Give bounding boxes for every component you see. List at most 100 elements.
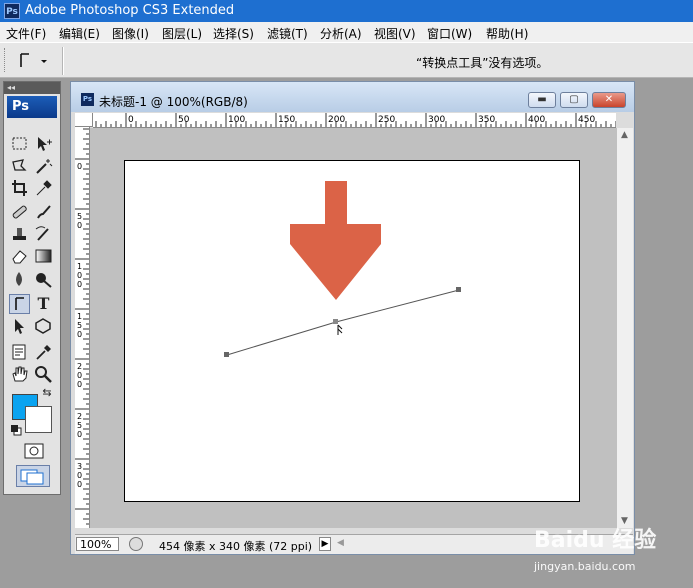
eraser-tool[interactable] bbox=[9, 246, 30, 266]
vertical-scrollbar[interactable]: ▲ ▼ bbox=[617, 128, 633, 528]
screen-mode-icon[interactable] bbox=[16, 465, 50, 487]
ruler-label: 2 bbox=[77, 362, 82, 371]
swap-colors-icon[interactable]: ⇆ bbox=[40, 386, 54, 400]
notes-tool[interactable] bbox=[9, 342, 30, 362]
app-titlebar: Ps Adobe Photoshop CS3 Extended bbox=[0, 0, 693, 22]
crop-tool[interactable] bbox=[9, 178, 30, 198]
ruler-label: 50 bbox=[178, 115, 190, 125]
path-selection-tool[interactable] bbox=[9, 316, 30, 336]
menu-analysis[interactable]: 分析(A) bbox=[320, 25, 362, 42]
ruler-label: 1 bbox=[77, 312, 82, 321]
options-separator bbox=[62, 47, 64, 75]
document-titlebar[interactable]: Ps 未标题-1 @ 100%(RGB/8) ▬ ▢ ✕ bbox=[71, 82, 634, 112]
ruler-label: 0 bbox=[128, 115, 134, 125]
ruler-label: 2 bbox=[77, 412, 82, 421]
ruler-label: 0 bbox=[77, 330, 82, 339]
minimize-button[interactable]: ▬ bbox=[528, 92, 556, 108]
magic-wand-tool[interactable] bbox=[33, 156, 54, 176]
ruler-label: 250 bbox=[378, 115, 395, 125]
path-segment bbox=[226, 321, 337, 356]
anchor-point bbox=[333, 319, 338, 324]
quick-mask-icon[interactable] bbox=[22, 442, 46, 460]
scroll-up-arrow-icon[interactable]: ▲ bbox=[621, 130, 628, 140]
eyedropper-tool[interactable] bbox=[33, 342, 54, 362]
anchor-point bbox=[224, 352, 229, 357]
maximize-button[interactable]: ▢ bbox=[560, 92, 588, 108]
move-tool[interactable] bbox=[33, 134, 54, 154]
tool-preset-picker[interactable] bbox=[12, 49, 57, 73]
menu-layer[interactable]: 图层(L) bbox=[162, 25, 202, 42]
healing-brush-tool[interactable] bbox=[9, 202, 30, 222]
type-tool[interactable]: T bbox=[33, 294, 54, 314]
ruler-label: 350 bbox=[478, 115, 495, 125]
menu-select[interactable]: 选择(S) bbox=[213, 25, 254, 42]
canvas-area[interactable] bbox=[90, 128, 617, 528]
ruler-label: 0 bbox=[77, 280, 82, 289]
horizontal-ruler[interactable]: 0 50 100 150 200 250 300 350 400 450 bbox=[93, 113, 616, 128]
menu-help[interactable]: 帮助(H) bbox=[486, 25, 528, 42]
menu-view[interactable]: 视图(V) bbox=[374, 25, 416, 42]
ruler-label: 5 bbox=[77, 321, 82, 330]
gradient-tool[interactable] bbox=[33, 246, 54, 266]
convert-point-tool[interactable] bbox=[9, 294, 30, 314]
menu-edit[interactable]: 编辑(E) bbox=[59, 25, 100, 42]
vertical-ruler[interactable]: 050100150200250300 bbox=[75, 127, 90, 528]
watermark: Baidu 经验 jingyan.baidu.com bbox=[534, 522, 656, 573]
default-colors-icon[interactable] bbox=[10, 424, 22, 436]
close-button[interactable]: ✕ bbox=[592, 92, 626, 108]
brush-tool[interactable] bbox=[33, 202, 54, 222]
marquee-tool[interactable] bbox=[9, 134, 30, 154]
menu-bar: 文件(F) 编辑(E) 图像(I) 图层(L) 选择(S) 滤镜(T) 分析(A… bbox=[0, 22, 693, 42]
ruler-label: 0 bbox=[77, 371, 82, 380]
photoshop-app-icon: Ps bbox=[4, 3, 20, 19]
zoom-field[interactable]: 100% bbox=[76, 537, 119, 551]
blur-tool[interactable] bbox=[9, 269, 30, 289]
watermark-url: jingyan.baidu.com bbox=[534, 560, 636, 573]
document-ps-icon: Ps bbox=[81, 93, 94, 106]
ruler-label: 450 bbox=[578, 115, 595, 125]
status-menu-arrow-icon[interactable]: ▶ bbox=[319, 537, 331, 551]
menu-window[interactable]: 窗口(W) bbox=[427, 25, 472, 42]
ruler-label: 0 bbox=[77, 221, 82, 230]
canvas[interactable] bbox=[124, 160, 580, 502]
toolbox: ◂◂ Ps T ⇆ bbox=[3, 81, 61, 495]
app-title: Adobe Photoshop CS3 Extended bbox=[25, 3, 235, 18]
ruler-label: 3 bbox=[77, 462, 82, 471]
dodge-tool[interactable] bbox=[33, 269, 54, 289]
menu-filter[interactable]: 滤镜(T) bbox=[267, 25, 308, 42]
ruler-label: 1 bbox=[77, 262, 82, 271]
ruler-label: 0 bbox=[77, 162, 82, 171]
down-arrow-shape bbox=[290, 181, 381, 300]
ruler-label: 5 bbox=[77, 212, 82, 221]
ruler-label: 150 bbox=[278, 115, 295, 125]
lasso-tool[interactable] bbox=[9, 156, 30, 176]
convert-point-tool-icon bbox=[20, 53, 47, 67]
status-icon[interactable] bbox=[129, 537, 143, 551]
ruler-label: 0 bbox=[77, 380, 82, 389]
scroll-left-arrow-icon[interactable]: ◀ bbox=[337, 538, 344, 548]
ruler-origin[interactable] bbox=[75, 113, 93, 127]
background-color-swatch[interactable] bbox=[25, 406, 52, 433]
history-brush-tool[interactable] bbox=[33, 224, 54, 244]
ruler-label: 5 bbox=[77, 421, 82, 430]
document-info: 454 像素 x 340 像素 (72 ppi) bbox=[159, 540, 313, 553]
document-title: 未标题-1 @ 100%(RGB/8) bbox=[99, 95, 248, 109]
ruler-label: 0 bbox=[77, 471, 82, 480]
options-bar-grip[interactable] bbox=[4, 48, 8, 72]
chevron-down-icon bbox=[41, 60, 47, 63]
menu-image[interactable]: 图像(I) bbox=[112, 25, 149, 42]
anchor-point bbox=[456, 287, 461, 292]
zoom-tool[interactable] bbox=[33, 364, 54, 384]
clone-stamp-tool[interactable] bbox=[9, 224, 30, 244]
toolbox-collapse-icon[interactable]: ◂◂ bbox=[4, 82, 60, 94]
options-bar: “转换点工具”没有选项。 bbox=[0, 42, 693, 78]
watermark-brand: Baidu 经验 bbox=[534, 528, 657, 553]
ruler-label: 300 bbox=[428, 115, 445, 125]
eyedropper-slice-tool[interactable] bbox=[33, 178, 54, 198]
ruler-label: 100 bbox=[228, 115, 245, 125]
ruler-label: 200 bbox=[328, 115, 345, 125]
toolbox-ps-logo[interactable]: Ps bbox=[7, 96, 57, 118]
shape-tool[interactable] bbox=[33, 316, 54, 336]
hand-tool[interactable] bbox=[9, 364, 30, 384]
menu-file[interactable]: 文件(F) bbox=[6, 25, 46, 42]
